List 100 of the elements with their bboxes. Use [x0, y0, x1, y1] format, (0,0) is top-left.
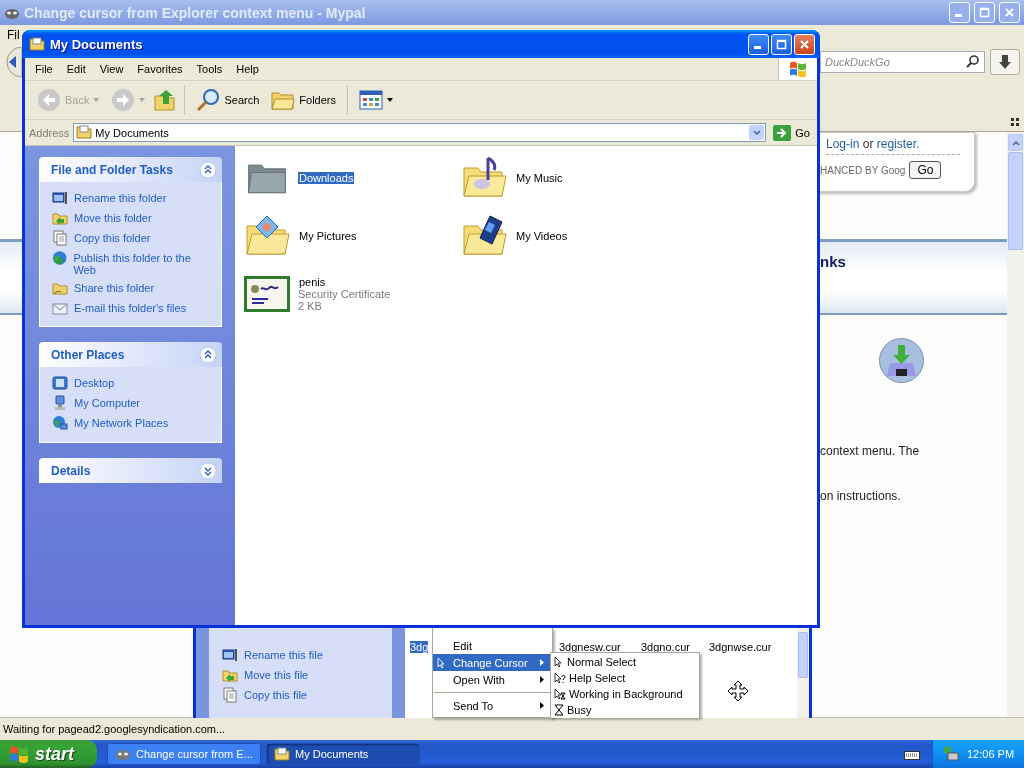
menu-item[interactable]: Edit	[59, 63, 93, 75]
maximize-icon	[979, 7, 990, 18]
taskbar-button[interactable]: My Documents	[266, 743, 420, 765]
raccoon-icon	[115, 747, 131, 761]
task-link[interactable]: Copy this file	[222, 685, 392, 705]
register-link[interactable]: register.	[876, 137, 920, 151]
collapse-icon[interactable]	[199, 345, 217, 364]
envelope-icon	[52, 300, 68, 316]
search-icon	[966, 55, 979, 68]
scroll-up-icon[interactable]	[1011, 139, 1020, 146]
dropdown-button[interactable]	[749, 125, 765, 140]
download-button[interactable]	[990, 49, 1020, 75]
menu-item[interactable]: Help	[229, 63, 266, 75]
file-name[interactable]: penis	[298, 276, 391, 288]
search-icon	[196, 88, 221, 112]
back-arrow-icon[interactable]	[3, 47, 22, 77]
search-field[interactable]: DuckDuckGo	[820, 51, 985, 73]
menu-item[interactable]: Help Select	[551, 670, 699, 686]
file-name[interactable]: 3dgno.cur	[641, 641, 690, 653]
start-button[interactable]: start	[0, 740, 97, 768]
file-name[interactable]: My Music	[515, 172, 564, 184]
menu-item[interactable]: Tools	[189, 63, 230, 75]
task-link[interactable]: Share this folder	[52, 278, 211, 298]
scroll-thumb[interactable]	[1008, 152, 1023, 250]
menu-item[interactable]: Working in Background	[551, 686, 699, 702]
task-link[interactable]: Copy this folder	[52, 228, 211, 248]
download-arrow-icon	[998, 54, 1012, 70]
folder-up-icon[interactable]	[153, 88, 178, 112]
caret-icon	[752, 130, 761, 135]
folder-arrow-icon	[52, 210, 68, 226]
file-detail: 2 KB	[298, 300, 323, 312]
caret-icon	[387, 98, 393, 102]
keyboard-icon[interactable]	[904, 748, 920, 760]
caret-icon	[139, 98, 146, 102]
window-title: My Documents	[50, 36, 143, 52]
views-icon	[359, 90, 383, 110]
folder-icon	[52, 280, 68, 296]
clock: 12:06 PM	[967, 748, 1015, 760]
folder-icon	[274, 747, 290, 761]
close-button[interactable]	[794, 33, 815, 55]
cursor-icon	[437, 656, 447, 669]
go-button[interactable]: Go	[770, 123, 813, 142]
maximize-button[interactable]	[771, 33, 792, 55]
task-link[interactable]: My Computer	[52, 393, 211, 413]
file-name[interactable]: My Pictures	[298, 230, 358, 242]
scrollbar[interactable]	[797, 628, 809, 718]
taskbar-button[interactable]: Change cursor from E...	[107, 743, 261, 765]
toolbar-button[interactable]: Search	[192, 86, 264, 114]
arrow-cursor-icon	[554, 656, 564, 668]
login-text: Log-in or register.	[826, 137, 960, 155]
network-icon[interactable]	[943, 746, 959, 762]
menu-item[interactable]: Favorites	[130, 63, 190, 75]
file-name[interactable]: My Videos	[515, 230, 569, 242]
task-link[interactable]: Move this folder	[52, 208, 211, 228]
computer-icon	[52, 395, 68, 411]
document-icon	[52, 230, 68, 246]
file-name[interactable]: 3dgnesw.cur	[559, 641, 621, 653]
help-cursor-icon	[554, 672, 566, 684]
caret-icon	[93, 98, 100, 102]
menu-item[interactable]: Normal Select	[551, 654, 699, 670]
search-banner-text: HANCED BY Goog	[820, 164, 906, 176]
task-link[interactable]: Publish this folder to the Web	[52, 248, 211, 278]
section-heading: nks	[820, 253, 847, 270]
window-title: Change cursor from Explorer context menu - Mypal	[24, 4, 366, 21]
windows-flag-icon	[8, 744, 30, 764]
expand-icon[interactable]	[199, 461, 217, 480]
scrollbar[interactable]	[1007, 132, 1024, 717]
file-name[interactable]: 3dgnwse.cur	[709, 641, 772, 653]
folder-icon	[76, 125, 93, 139]
task-link[interactable]: Move this file	[222, 665, 392, 685]
task-link[interactable]: Rename this folder	[52, 188, 211, 208]
toolbar-button[interactable]: Folders	[267, 87, 340, 113]
task-link[interactable]: E-mail this folder's files	[52, 298, 211, 318]
minimize-icon	[954, 14, 962, 17]
menu-item[interactable]: Open With	[433, 671, 552, 688]
paragraph-text: context menu. The	[819, 444, 921, 458]
menu-item[interactable]: Edit	[433, 637, 552, 654]
menu-item[interactable]: Change Cursor	[433, 654, 552, 671]
menu-item[interactable]: Fil	[7, 28, 20, 42]
panel-title: Other Places	[51, 347, 125, 362]
windows-flag-icon	[788, 60, 808, 78]
certificate-icon	[243, 275, 291, 313]
menu-item[interactable]: Send To	[433, 697, 552, 714]
status-text: Waiting for pagead2.googlesyndication.com...	[3, 723, 226, 735]
menu-item[interactable]: View	[92, 63, 131, 75]
window-icon	[222, 647, 238, 663]
login-link[interactable]: Log-in	[826, 137, 860, 151]
task-link[interactable]: Desktop	[52, 373, 211, 393]
address-label: Address	[29, 126, 70, 139]
minimize-button[interactable]	[748, 33, 769, 55]
menu-item[interactable]: File	[25, 63, 60, 75]
task-link[interactable]: Rename this file	[222, 645, 392, 665]
file-name[interactable]: 3dg	[410, 641, 429, 653]
file-name[interactable]: Downloads	[298, 172, 355, 184]
go-button[interactable]: Go	[909, 161, 942, 179]
task-link[interactable]: My Network Places	[52, 413, 211, 433]
scroll-thumb[interactable]	[798, 632, 808, 678]
address-field[interactable]: My Documents	[73, 123, 767, 142]
menu-item[interactable]: Busy	[551, 702, 699, 718]
collapse-icon[interactable]	[199, 160, 217, 179]
